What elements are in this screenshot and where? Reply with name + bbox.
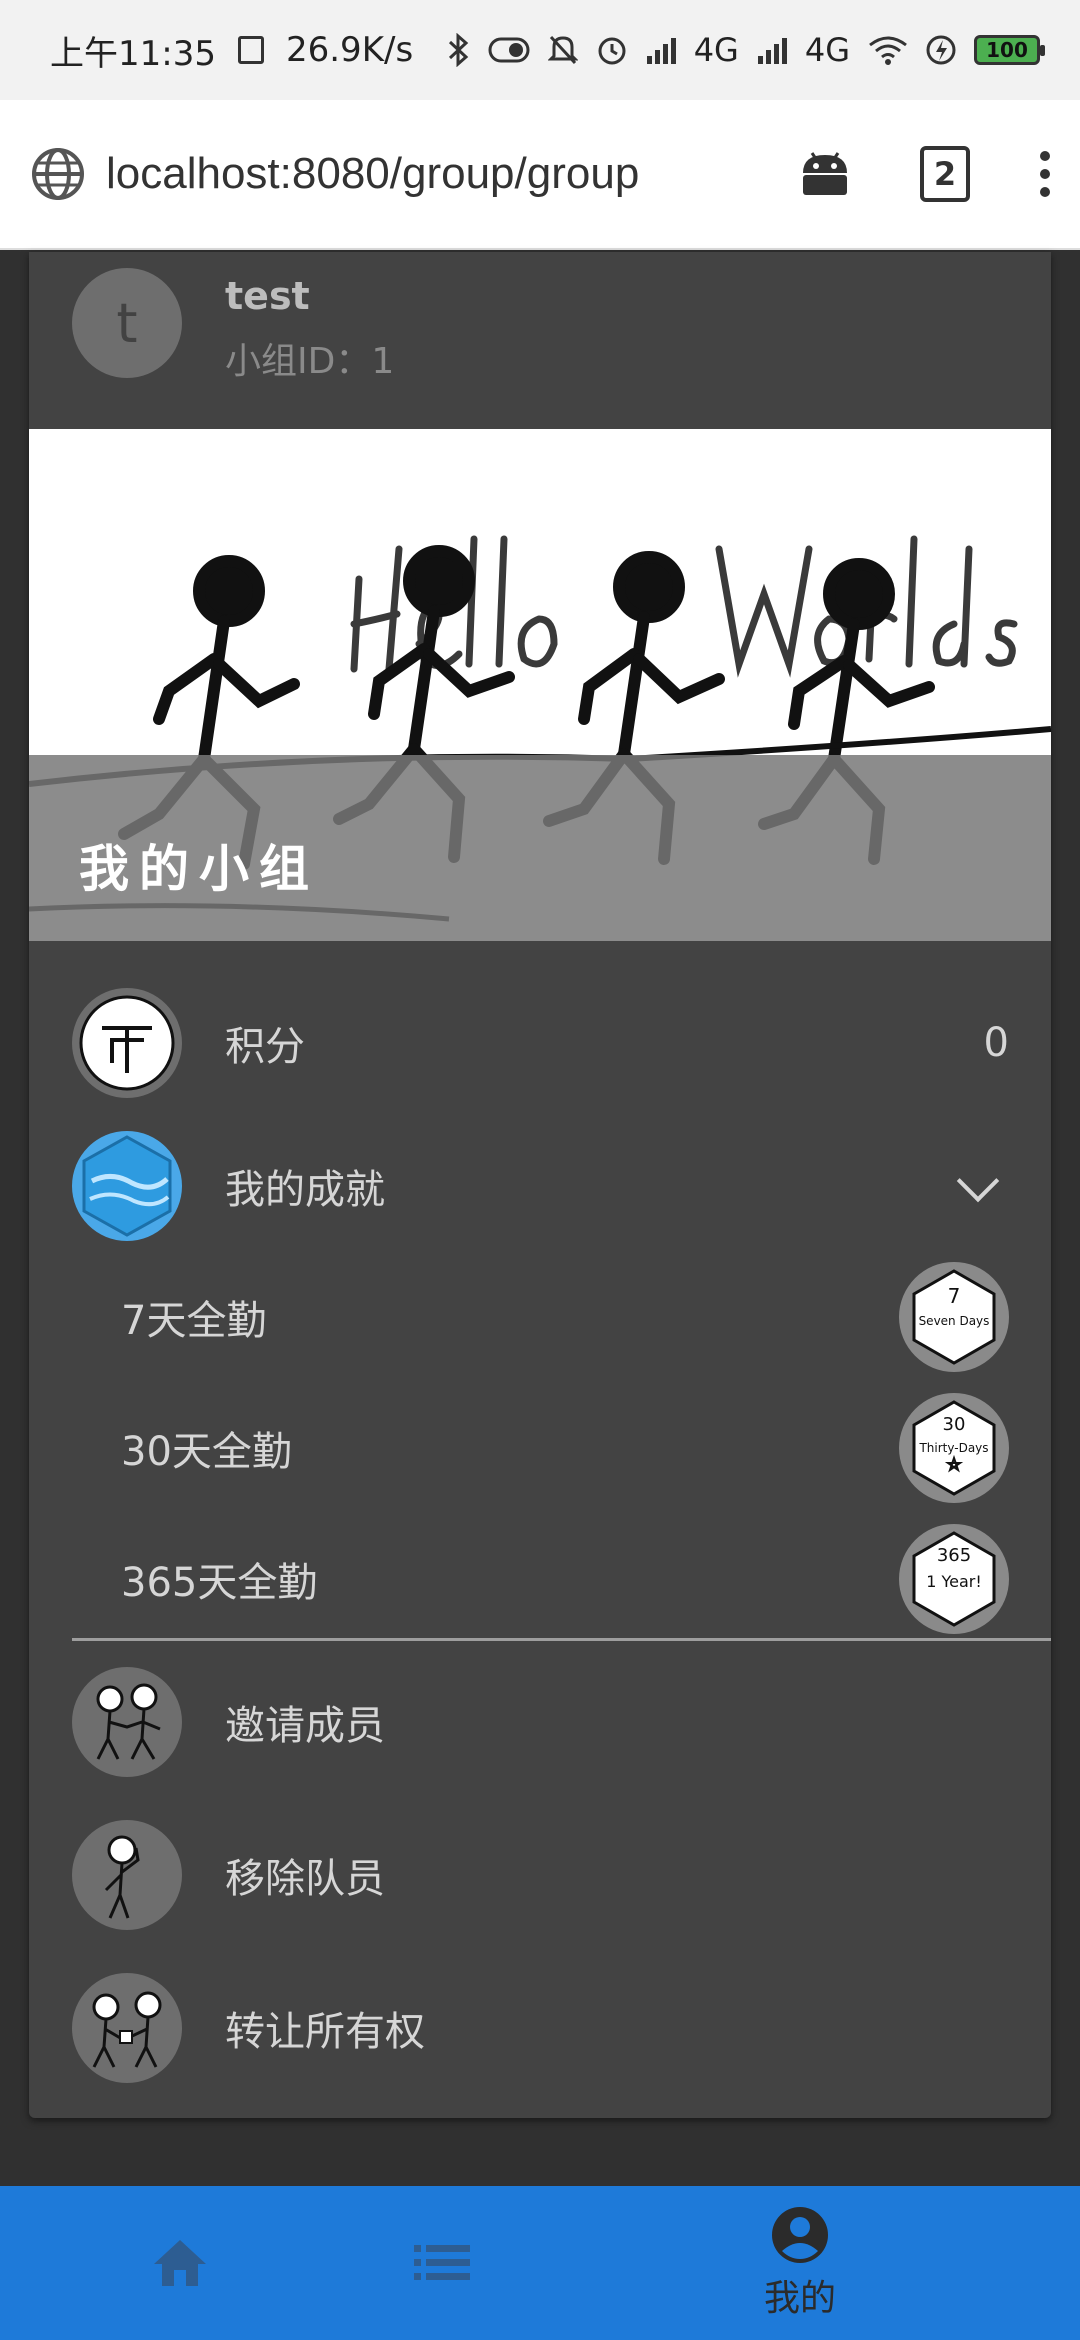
globe-icon[interactable] — [30, 146, 86, 202]
achievement-item: 365天全勤 365 1 Year! — [29, 1519, 1051, 1639]
remove-member-icon — [72, 1820, 182, 1930]
alarm-icon — [598, 37, 626, 65]
transfer-label: 转让所有权 — [225, 2009, 425, 2055]
url-field[interactable]: localhost:8080/group/group — [106, 149, 639, 199]
nav-home[interactable] — [130, 2186, 230, 2340]
remove-label: 移除队员 — [225, 1856, 385, 1902]
invite-member-row[interactable]: 邀请成员 — [29, 1662, 1051, 1782]
seven-days-badge-icon: 7 Seven Days — [899, 1262, 1009, 1372]
nav-profile[interactable]: 我的 — [740, 2186, 860, 2340]
achievement-item: 30天全勤 30 Thirty-Days — [29, 1388, 1051, 1508]
charging-icon — [926, 35, 956, 65]
group-name: test — [225, 274, 310, 318]
svg-text:Thirty-Days: Thirty-Days — [918, 1441, 988, 1455]
invite-members-icon — [72, 1667, 182, 1777]
remove-member-row[interactable]: 移除队员 — [29, 1815, 1051, 1935]
invite-label: 邀请成员 — [225, 1703, 385, 1749]
nav-profile-label: 我的 — [763, 2278, 836, 2319]
toggle-icon — [488, 37, 530, 63]
group-id: 小组ID：1 — [225, 341, 395, 382]
divider — [72, 1638, 1051, 1641]
one-year-badge-icon: 365 1 Year! — [899, 1524, 1009, 1634]
achievements-label: 我的成就 — [225, 1167, 385, 1213]
account-circle-icon — [772, 2207, 828, 2263]
transfer-ownership-row[interactable]: 转让所有权 — [29, 1968, 1051, 2088]
svg-text:Seven Days: Seven Days — [919, 1314, 990, 1328]
group-header: t test 小组ID：1 — [29, 252, 1051, 429]
points-row[interactable]: 积分 0 — [29, 983, 1051, 1103]
group-avatar: t — [72, 268, 182, 378]
achievement-item: 7天全勤 7 Seven Days — [29, 1257, 1051, 1377]
points-value: 0 — [983, 1020, 1009, 1066]
achievement-label: 365天全勤 — [121, 1560, 318, 1606]
svg-text:1 Year!: 1 Year! — [926, 1572, 982, 1591]
network-type-1: 4G — [693, 31, 739, 69]
nav-list[interactable] — [392, 2186, 492, 2340]
achievement-label: 30天全勤 — [121, 1429, 292, 1475]
mute-icon — [547, 35, 578, 65]
notification-icon — [237, 36, 264, 64]
network-speed: 26.9K/s — [285, 30, 414, 70]
status-bar: 上午11:35 26.9K/s 4G 4G 100 — [0, 0, 1080, 100]
transfer-ownership-icon — [72, 1973, 182, 2083]
group-banner: 我的小组 — [29, 429, 1051, 941]
achievements-row[interactable]: 我的成就 — [29, 1126, 1051, 1246]
svg-text:30: 30 — [943, 1414, 966, 1435]
battery-icon: 100 — [974, 35, 1045, 65]
svg-text:365: 365 — [937, 1545, 971, 1566]
achievements-icon — [72, 1131, 182, 1241]
chevron-down-icon[interactable] — [956, 1159, 1000, 1203]
achievement-label: 7天全勤 — [121, 1298, 267, 1344]
list-icon — [414, 2245, 470, 2280]
wifi-icon — [869, 36, 907, 65]
svg-text:7: 7 — [948, 1284, 961, 1308]
banner-title: 我的小组 — [79, 840, 319, 898]
home-icon — [154, 2240, 206, 2286]
status-time: 上午11:35 — [50, 33, 216, 74]
signal-icon — [646, 38, 676, 64]
signal-icon-2 — [757, 38, 787, 64]
network-type-2: 4G — [804, 31, 850, 69]
android-icon[interactable] — [800, 151, 850, 197]
points-label: 积分 — [225, 1024, 305, 1070]
bluetooth-icon — [448, 33, 468, 67]
tab-switcher-button[interactable]: 2 — [920, 146, 970, 202]
coin-icon — [72, 988, 182, 1098]
browser-address-bar: localhost:8080/group/group 2 — [0, 100, 1080, 250]
more-menu-icon[interactable] — [1040, 151, 1050, 197]
group-card: t test 小组ID：1 我的小组 积分 0 我的成就 7天全勤 7 Seve… — [29, 252, 1051, 2118]
bottom-navigation: 我的 — [0, 2186, 1080, 2340]
thirty-days-badge-icon: 30 Thirty-Days — [899, 1393, 1009, 1503]
